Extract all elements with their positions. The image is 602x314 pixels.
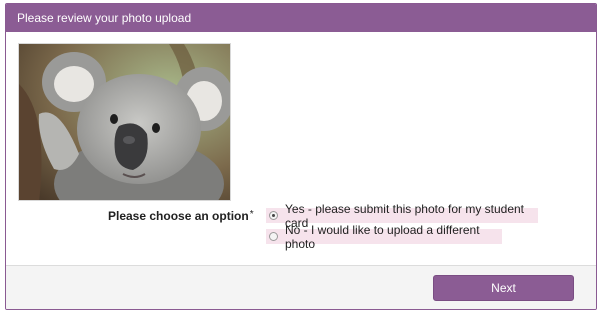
uploaded-photo [18, 43, 231, 201]
koala-image [19, 44, 230, 200]
option-question-label: Please choose an option* [108, 209, 254, 223]
panel-title: Please review your photo upload [6, 4, 596, 32]
option-no[interactable]: No - I would like to upload a different … [266, 223, 502, 251]
option-yes[interactable]: Yes - please submit this photo for my st… [266, 202, 538, 230]
radio-no[interactable] [269, 232, 278, 241]
radio-yes[interactable] [269, 211, 278, 220]
option-no-label: No - I would like to upload a different … [285, 222, 480, 251]
question-text: Please choose an option [108, 209, 249, 223]
required-marker: * [249, 209, 254, 220]
review-panel: Please review your photo upload Please c… [5, 3, 597, 310]
next-button[interactable]: Next [433, 275, 574, 301]
panel-footer: Next [6, 265, 596, 309]
